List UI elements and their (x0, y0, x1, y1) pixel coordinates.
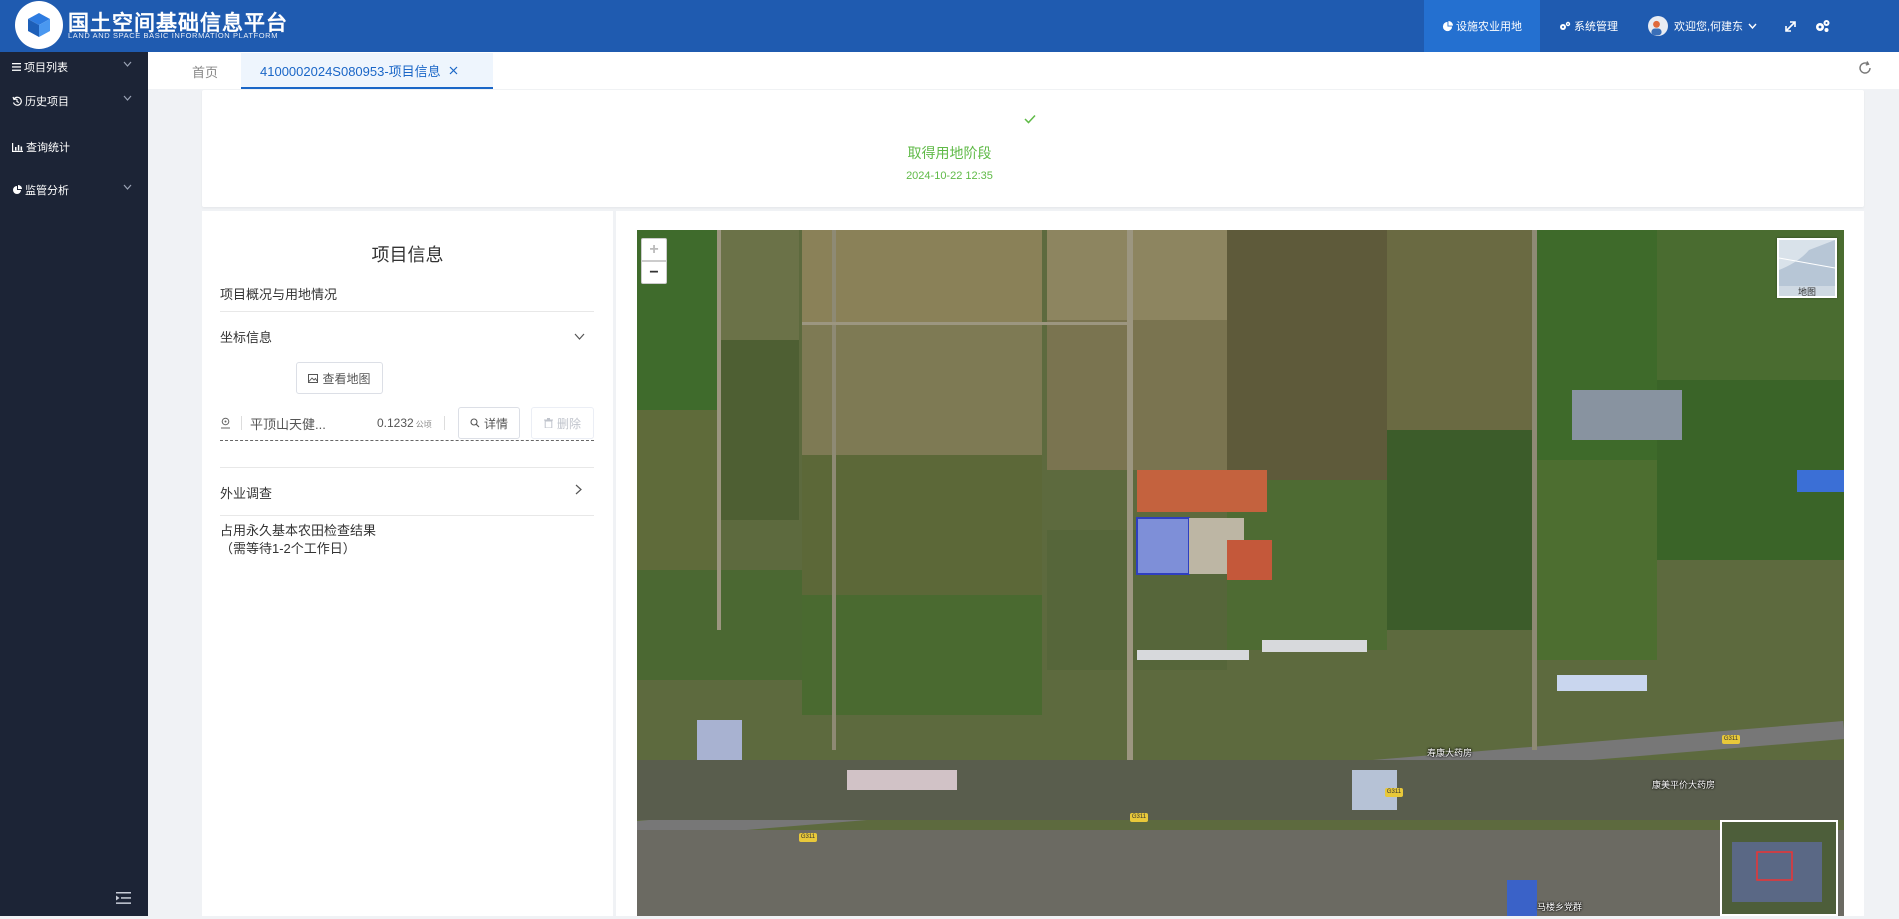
refresh-icon[interactable] (1857, 60, 1873, 76)
road-tag: G311 (1385, 788, 1403, 797)
map-thumbnail-icon (1778, 240, 1836, 286)
divider (220, 440, 594, 441)
minimap-image (1722, 822, 1836, 914)
parcel-area-value: 0.1232 (377, 416, 414, 430)
divider (241, 416, 242, 430)
coords-section[interactable]: 坐标信息 (220, 327, 272, 346)
farmland-check-wait: （需等待1-2个工作日） (220, 541, 356, 556)
chevron-down-icon (123, 184, 132, 190)
close-icon[interactable] (449, 66, 458, 75)
sidebar-item-supervision[interactable]: 监管分析 (12, 180, 132, 200)
gears-icon (1560, 21, 1571, 30)
nav-facility-label: 设施农业用地 (1456, 21, 1522, 33)
nav-system-label: 系统管理 (1574, 21, 1618, 33)
parcel-name: 平顶山天健... (250, 417, 326, 432)
chevron-down-icon[interactable] (574, 333, 585, 340)
nav-system-management[interactable]: 系统管理 (1559, 0, 1618, 52)
history-icon (12, 96, 22, 106)
tab-project-info-label: 4100002024S080953-项目信息 (260, 63, 441, 79)
fullscreen-button[interactable] (1784, 0, 1800, 52)
chevron-right-icon[interactable] (575, 484, 582, 495)
delete-button[interactable]: 删除 (531, 407, 594, 439)
tab-bar: 首页 4100002024S080953-项目信息 (148, 52, 1899, 89)
settings-button[interactable] (1815, 0, 1833, 52)
tab-project-info[interactable]: 4100002024S080953-项目信息 (241, 53, 493, 89)
sidebar-item-label: 历史项目 (25, 96, 69, 108)
detail-label: 详情 (483, 416, 508, 431)
divider (220, 311, 594, 312)
parcel-area-unit: 公顷 (415, 420, 432, 429)
page-title: 项目信息 (371, 245, 444, 265)
location-pin-icon (221, 417, 230, 429)
tab-home[interactable]: 首页 (192, 62, 218, 81)
view-map-button[interactable]: 查看地图 (296, 362, 383, 394)
overview-minimap[interactable] (1720, 820, 1838, 916)
top-header: 国土空间基础信息平台 LAND AND SPACE BASIC INFORMAT… (0, 0, 1899, 52)
farmland-check-result: 占用永久基本农田检查结果 （需等待1-2个工作日） (220, 522, 376, 558)
map-poi-label: 康美平价大药房 (1652, 780, 1716, 790)
user-greeting: 欢迎您,何建东 (1674, 21, 1744, 33)
chevron-down-icon (123, 61, 132, 67)
parcel-area: 0.1232 公顷 (377, 416, 432, 430)
chevron-down-icon (123, 95, 132, 101)
chevron-down-icon (1748, 23, 1757, 29)
stage-date: 2024-10-22 12:35 (906, 170, 993, 182)
road-tag: G311 (799, 833, 817, 842)
search-icon (470, 418, 480, 428)
detail-button[interactable]: 详情 (458, 407, 520, 439)
divider (444, 416, 445, 430)
user-menu[interactable]: 欢迎您,何建东 (1648, 0, 1760, 52)
app-subtitle: LAND AND SPACE BASIC INFORMATION PLATFOR… (68, 31, 279, 40)
project-info-panel (202, 211, 613, 916)
list-icon (12, 63, 21, 71)
divider (220, 467, 594, 468)
farmland-check-title: 占用永久基本农田检查结果 (220, 523, 377, 538)
avatar (1648, 16, 1668, 36)
road-tag: G311 (1130, 813, 1148, 822)
map-layer-label: 地图 (1797, 287, 1816, 297)
expand-icon (1785, 20, 1796, 32)
logo-cube-icon (15, 1, 63, 49)
sidebar-item-label: 监管分析 (25, 185, 69, 197)
check-icon (1024, 114, 1036, 124)
road-tag: G311 (1722, 735, 1740, 744)
sidebar-item-label: 项目列表 (24, 62, 68, 74)
sidebar-item-project-list[interactable]: 项目列表 (12, 57, 132, 77)
satellite-map[interactable]: 寿康大药房 康美平价大药房 马楼乡党群 G311 G311 G311 G311 (637, 230, 1844, 916)
field-survey-section[interactable]: 外业调查 (220, 483, 272, 502)
pie-chart-icon (1442, 20, 1453, 31)
delete-label: 删除 (556, 416, 581, 431)
divider (220, 515, 594, 516)
settings-gears-icon (1816, 20, 1830, 32)
collapse-sidebar-icon[interactable] (116, 892, 131, 904)
overview-section[interactable]: 项目概况与用地情况 (220, 284, 337, 303)
nav-facility-agri-land[interactable]: 设施农业用地 (1424, 0, 1540, 52)
view-map-label: 查看地图 (322, 371, 371, 386)
stage-name: 取得用地阶段 (907, 145, 992, 161)
satellite-imagery (637, 230, 1844, 916)
image-icon (308, 373, 319, 383)
zoom-in-button[interactable]: + (641, 238, 667, 261)
sidebar-item-history[interactable]: 历史项目 (12, 91, 132, 111)
map-poi-label: 寿康大药房 (1427, 748, 1473, 758)
pie-chart-icon (13, 185, 22, 194)
zoom-out-button[interactable]: − (641, 261, 667, 284)
map-poi-label: 马楼乡党群 (1537, 902, 1583, 912)
trash-icon (543, 418, 553, 428)
